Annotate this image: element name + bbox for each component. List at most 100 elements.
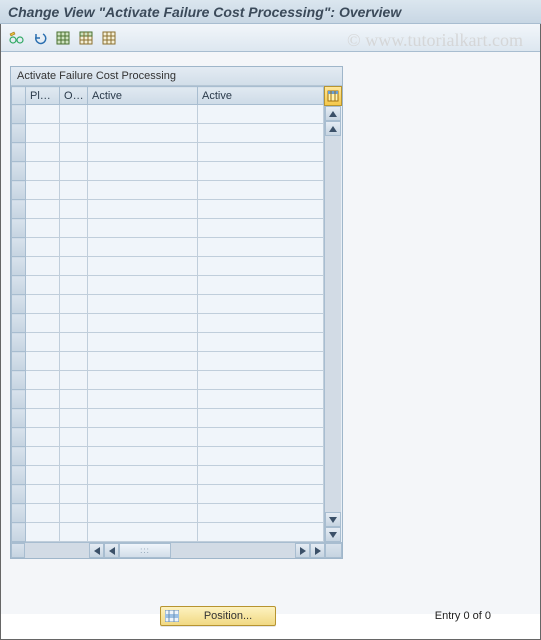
cell[interactable] bbox=[60, 371, 88, 390]
row-selector[interactable] bbox=[12, 276, 26, 295]
cell[interactable] bbox=[60, 314, 88, 333]
row-selector[interactable] bbox=[12, 219, 26, 238]
cell[interactable] bbox=[198, 333, 324, 352]
cell[interactable] bbox=[60, 124, 88, 143]
cell[interactable] bbox=[26, 181, 60, 200]
cell[interactable] bbox=[88, 181, 198, 200]
cell[interactable] bbox=[198, 523, 324, 542]
cell[interactable] bbox=[60, 181, 88, 200]
row-selector[interactable] bbox=[12, 238, 26, 257]
cell[interactable] bbox=[26, 295, 60, 314]
cell[interactable] bbox=[198, 447, 324, 466]
cell[interactable] bbox=[198, 162, 324, 181]
row-selector[interactable] bbox=[12, 333, 26, 352]
cell[interactable] bbox=[88, 409, 198, 428]
cell[interactable] bbox=[198, 124, 324, 143]
cell[interactable] bbox=[26, 371, 60, 390]
cell[interactable] bbox=[198, 276, 324, 295]
cell[interactable] bbox=[60, 352, 88, 371]
row-selector[interactable] bbox=[12, 200, 26, 219]
cell[interactable] bbox=[26, 314, 60, 333]
row-selector[interactable] bbox=[12, 447, 26, 466]
cell[interactable] bbox=[60, 523, 88, 542]
cell[interactable] bbox=[60, 428, 88, 447]
cell[interactable] bbox=[60, 390, 88, 409]
hscroll-track[interactable] bbox=[171, 543, 295, 558]
cell[interactable] bbox=[60, 238, 88, 257]
row-selector[interactable] bbox=[12, 466, 26, 485]
cell[interactable] bbox=[88, 295, 198, 314]
cell[interactable] bbox=[26, 162, 60, 181]
cell[interactable] bbox=[26, 428, 60, 447]
cell[interactable] bbox=[26, 276, 60, 295]
cell[interactable] bbox=[198, 105, 324, 124]
cell[interactable] bbox=[60, 447, 88, 466]
row-selector[interactable] bbox=[12, 105, 26, 124]
configure-columns-button[interactable] bbox=[324, 86, 342, 106]
row-selector[interactable] bbox=[12, 409, 26, 428]
row-selector[interactable] bbox=[12, 352, 26, 371]
vertical-scroll-track[interactable] bbox=[325, 136, 341, 512]
cell[interactable] bbox=[198, 314, 324, 333]
cell[interactable] bbox=[26, 143, 60, 162]
cell[interactable] bbox=[198, 200, 324, 219]
cell[interactable] bbox=[60, 295, 88, 314]
cell[interactable] bbox=[88, 447, 198, 466]
cell[interactable] bbox=[60, 143, 88, 162]
cell[interactable] bbox=[198, 466, 324, 485]
cell[interactable] bbox=[26, 390, 60, 409]
row-selector[interactable] bbox=[12, 181, 26, 200]
cell[interactable] bbox=[88, 276, 198, 295]
scroll-line-down-button[interactable] bbox=[325, 512, 341, 527]
cell[interactable] bbox=[88, 124, 198, 143]
row-selector[interactable] bbox=[12, 295, 26, 314]
column-header-order-type[interactable]: Or... bbox=[60, 87, 88, 105]
cell[interactable] bbox=[26, 523, 60, 542]
cell[interactable] bbox=[26, 257, 60, 276]
scroll-first-button[interactable] bbox=[89, 543, 104, 558]
cell[interactable] bbox=[26, 485, 60, 504]
cell[interactable] bbox=[60, 409, 88, 428]
row-selector[interactable] bbox=[12, 162, 26, 181]
cell[interactable] bbox=[198, 428, 324, 447]
cell[interactable] bbox=[88, 466, 198, 485]
scroll-left-button[interactable] bbox=[104, 543, 119, 558]
hscroll-thumb[interactable]: ::: bbox=[119, 543, 171, 558]
cell[interactable] bbox=[26, 105, 60, 124]
cell[interactable] bbox=[26, 238, 60, 257]
cell[interactable] bbox=[60, 333, 88, 352]
deselect-all-button[interactable] bbox=[98, 28, 120, 48]
scroll-down-button[interactable] bbox=[325, 527, 341, 542]
cell[interactable] bbox=[198, 181, 324, 200]
cell[interactable] bbox=[88, 485, 198, 504]
column-header-plant[interactable]: Plant bbox=[26, 87, 60, 105]
cell[interactable] bbox=[88, 352, 198, 371]
cell[interactable] bbox=[60, 257, 88, 276]
cell[interactable] bbox=[88, 333, 198, 352]
cell[interactable] bbox=[60, 276, 88, 295]
cell[interactable] bbox=[88, 219, 198, 238]
cell[interactable] bbox=[60, 200, 88, 219]
cell[interactable] bbox=[26, 200, 60, 219]
row-selector[interactable] bbox=[12, 143, 26, 162]
cell[interactable] bbox=[198, 295, 324, 314]
row-selector[interactable] bbox=[12, 124, 26, 143]
row-selector[interactable] bbox=[12, 504, 26, 523]
cell[interactable] bbox=[60, 466, 88, 485]
select-block-button[interactable] bbox=[75, 28, 97, 48]
row-selector[interactable] bbox=[12, 485, 26, 504]
cell[interactable] bbox=[26, 219, 60, 238]
select-all-button[interactable] bbox=[52, 28, 74, 48]
cell[interactable] bbox=[88, 143, 198, 162]
row-selector[interactable] bbox=[12, 371, 26, 390]
column-header-active-2[interactable]: Active bbox=[198, 87, 324, 105]
position-button[interactable]: Position... bbox=[160, 606, 276, 626]
scroll-up-button[interactable] bbox=[325, 106, 341, 121]
cell[interactable] bbox=[26, 409, 60, 428]
cell[interactable] bbox=[198, 504, 324, 523]
cell[interactable] bbox=[198, 219, 324, 238]
cell[interactable] bbox=[60, 162, 88, 181]
cell[interactable] bbox=[88, 371, 198, 390]
scroll-right-button[interactable] bbox=[295, 543, 310, 558]
cell[interactable] bbox=[88, 105, 198, 124]
